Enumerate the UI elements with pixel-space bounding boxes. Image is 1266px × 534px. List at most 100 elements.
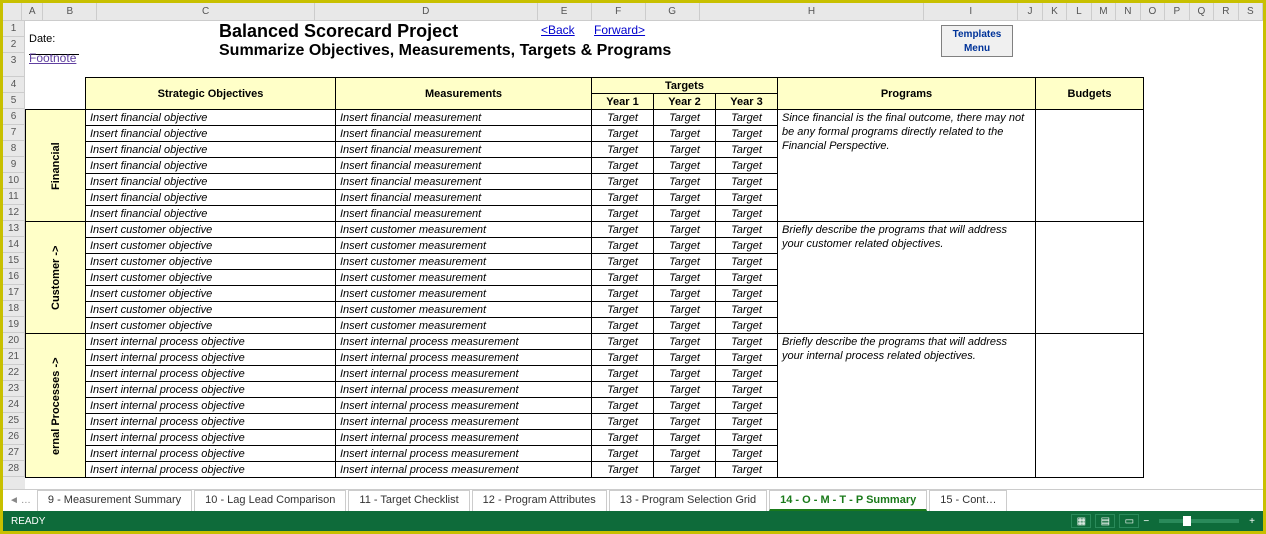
row-header-1[interactable]: 1: [3, 21, 25, 37]
target-cell[interactable]: Target: [592, 446, 654, 462]
measurement-cell[interactable]: Insert internal process measurement: [336, 462, 592, 478]
tab-nav-first-icon[interactable]: ◄: [9, 495, 19, 506]
target-cell[interactable]: Target: [592, 382, 654, 398]
row-header-13[interactable]: 13: [3, 221, 25, 237]
sheet-tab[interactable]: 11 - Target Checklist: [348, 490, 469, 511]
row-header-21[interactable]: 21: [3, 349, 25, 365]
row-header-18[interactable]: 18: [3, 301, 25, 317]
objective-cell[interactable]: Insert internal process objective: [86, 350, 336, 366]
target-cell[interactable]: Target: [716, 142, 778, 158]
row-header-14[interactable]: 14: [3, 237, 25, 253]
measurement-cell[interactable]: Insert internal process measurement: [336, 430, 592, 446]
target-cell[interactable]: Target: [654, 270, 716, 286]
objective-cell[interactable]: Insert financial objective: [86, 190, 336, 206]
row-header-5[interactable]: 5: [3, 93, 25, 109]
objective-cell[interactable]: Insert financial objective: [86, 206, 336, 222]
target-cell[interactable]: Target: [654, 350, 716, 366]
target-cell[interactable]: Target: [592, 414, 654, 430]
target-cell[interactable]: Target: [716, 318, 778, 334]
row-header-10[interactable]: 10: [3, 173, 25, 189]
measurement-cell[interactable]: Insert customer measurement: [336, 302, 592, 318]
target-cell[interactable]: Target: [592, 158, 654, 174]
col-header-D[interactable]: D: [315, 3, 538, 20]
measurement-cell[interactable]: Insert financial measurement: [336, 174, 592, 190]
objective-cell[interactable]: Insert internal process objective: [86, 430, 336, 446]
programs-cell[interactable]: Since financial is the final outcome, th…: [778, 110, 1036, 222]
target-cell[interactable]: Target: [716, 302, 778, 318]
measurement-cell[interactable]: Insert internal process measurement: [336, 414, 592, 430]
row-header-20[interactable]: 20: [3, 333, 25, 349]
target-cell[interactable]: Target: [654, 398, 716, 414]
target-cell[interactable]: Target: [592, 190, 654, 206]
objective-cell[interactable]: Insert internal process objective: [86, 382, 336, 398]
measurement-cell[interactable]: Insert customer measurement: [336, 318, 592, 334]
row-header-28[interactable]: 28: [3, 461, 25, 477]
row-header-24[interactable]: 24: [3, 397, 25, 413]
target-cell[interactable]: Target: [654, 366, 716, 382]
target-cell[interactable]: Target: [654, 190, 716, 206]
measurement-cell[interactable]: Insert financial measurement: [336, 142, 592, 158]
col-header-M[interactable]: M: [1092, 3, 1116, 20]
target-cell[interactable]: Target: [716, 110, 778, 126]
target-cell[interactable]: Target: [716, 286, 778, 302]
objective-cell[interactable]: Insert internal process objective: [86, 462, 336, 478]
objective-cell[interactable]: Insert customer objective: [86, 286, 336, 302]
col-header-P[interactable]: P: [1165, 3, 1189, 20]
target-cell[interactable]: Target: [716, 238, 778, 254]
sheet-tab[interactable]: 12 - Program Attributes: [472, 490, 607, 511]
target-cell[interactable]: Target: [654, 414, 716, 430]
row-header-26[interactable]: 26: [3, 429, 25, 445]
target-cell[interactable]: Target: [654, 254, 716, 270]
footnote-link[interactable]: Footnote: [29, 51, 76, 65]
objective-cell[interactable]: Insert internal process objective: [86, 334, 336, 350]
target-cell[interactable]: Target: [716, 222, 778, 238]
objective-cell[interactable]: Insert customer objective: [86, 238, 336, 254]
measurement-cell[interactable]: Insert financial measurement: [336, 110, 592, 126]
target-cell[interactable]: Target: [654, 126, 716, 142]
target-cell[interactable]: Target: [592, 350, 654, 366]
forward-link[interactable]: Forward>: [594, 23, 645, 37]
objective-cell[interactable]: Insert internal process objective: [86, 366, 336, 382]
row-header-19[interactable]: 19: [3, 317, 25, 333]
target-cell[interactable]: Target: [716, 382, 778, 398]
target-cell[interactable]: Target: [654, 382, 716, 398]
target-cell[interactable]: Target: [716, 430, 778, 446]
target-cell[interactable]: Target: [592, 398, 654, 414]
measurement-cell[interactable]: Insert customer measurement: [336, 222, 592, 238]
col-header-B[interactable]: B: [43, 3, 97, 20]
target-cell[interactable]: Target: [654, 318, 716, 334]
row-header-12[interactable]: 12: [3, 205, 25, 221]
select-all-corner[interactable]: [3, 3, 22, 20]
budget-cell[interactable]: [1036, 334, 1144, 478]
target-cell[interactable]: Target: [592, 254, 654, 270]
objective-cell[interactable]: Insert customer objective: [86, 254, 336, 270]
target-cell[interactable]: Target: [716, 446, 778, 462]
target-cell[interactable]: Target: [592, 174, 654, 190]
target-cell[interactable]: Target: [654, 302, 716, 318]
objective-cell[interactable]: Insert financial objective: [86, 158, 336, 174]
target-cell[interactable]: Target: [716, 206, 778, 222]
target-cell[interactable]: Target: [592, 110, 654, 126]
target-cell[interactable]: Target: [716, 414, 778, 430]
row-header-17[interactable]: 17: [3, 285, 25, 301]
row-header-7[interactable]: 7: [3, 125, 25, 141]
measurement-cell[interactable]: Insert internal process measurement: [336, 366, 592, 382]
sheet-tab[interactable]: 15 - Cont…: [929, 490, 1007, 511]
target-cell[interactable]: Target: [654, 446, 716, 462]
target-cell[interactable]: Target: [654, 238, 716, 254]
target-cell[interactable]: Target: [716, 190, 778, 206]
zoom-slider[interactable]: [1159, 519, 1239, 523]
row-header-25[interactable]: 25: [3, 413, 25, 429]
objective-cell[interactable]: Insert financial objective: [86, 126, 336, 142]
measurement-cell[interactable]: Insert customer measurement: [336, 286, 592, 302]
objective-cell[interactable]: Insert customer objective: [86, 222, 336, 238]
programs-cell[interactable]: Briefly describe the programs that will …: [778, 334, 1036, 478]
row-header-9[interactable]: 9: [3, 157, 25, 173]
row-header-11[interactable]: 11: [3, 189, 25, 205]
measurement-cell[interactable]: Insert internal process measurement: [336, 382, 592, 398]
programs-cell[interactable]: Briefly describe the programs that will …: [778, 222, 1036, 334]
row-header-23[interactable]: 23: [3, 381, 25, 397]
view-layout-icon[interactable]: ▤: [1095, 514, 1115, 528]
row-header-27[interactable]: 27: [3, 445, 25, 461]
row-header-6[interactable]: 6: [3, 109, 25, 125]
